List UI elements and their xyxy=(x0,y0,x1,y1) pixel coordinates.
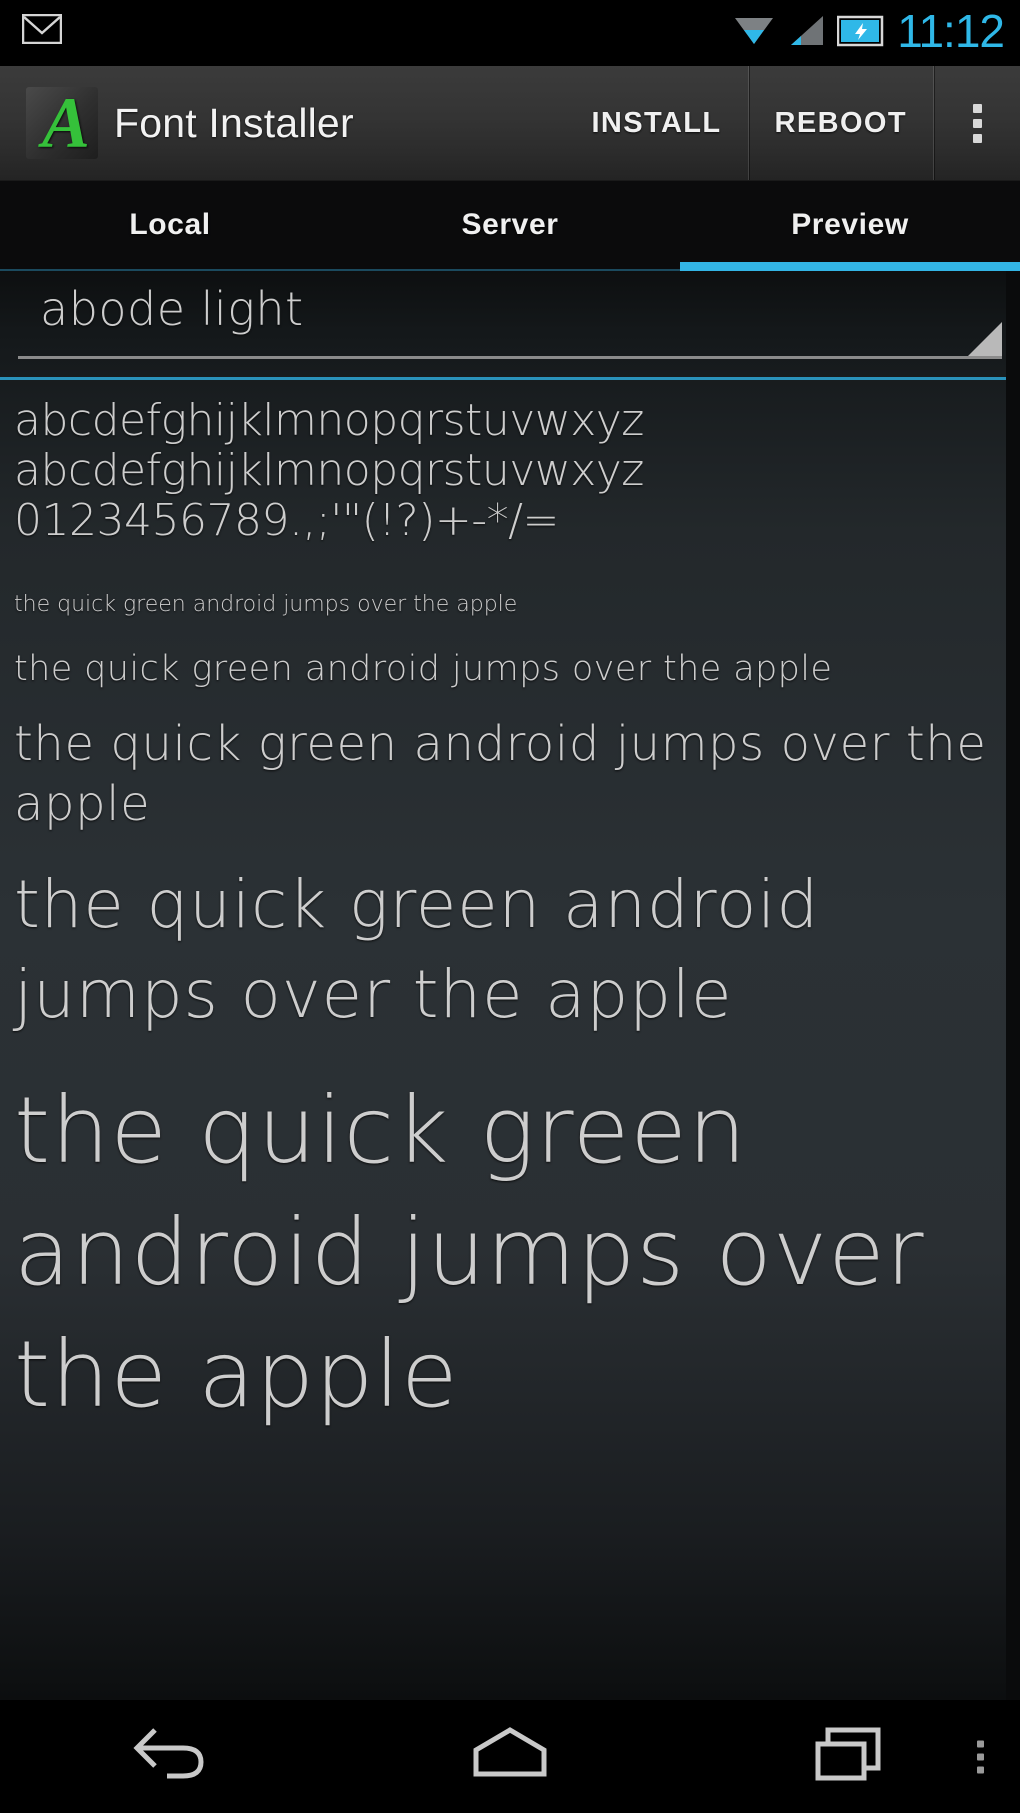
tab-server-label: Server xyxy=(461,208,559,241)
right-edge-strip xyxy=(1006,271,1020,1700)
overflow-dots-icon xyxy=(972,103,982,143)
tab-local-label: Local xyxy=(129,208,211,241)
tab-preview-label: Preview xyxy=(791,208,909,241)
pangram-block: the quick green android jumps over the a… xyxy=(0,546,1020,1436)
status-bar: 11:12 xyxy=(0,0,1020,66)
tab-bar: Local Server Preview xyxy=(0,181,1020,271)
pangram-size-5: the quick green android jumps over the a… xyxy=(14,1077,925,1428)
gmail-icon xyxy=(22,14,62,44)
pangram-size-2: the quick green android jumps over the a… xyxy=(14,649,833,689)
status-bar-system: 11:12 xyxy=(733,5,1005,57)
status-bar-clock: 11:12 xyxy=(897,5,1005,57)
status-bar-notifications xyxy=(22,14,62,44)
preview-pane: abode light abcdefghijklmnopqrstuvwxyz a… xyxy=(0,271,1020,1700)
nav-home-button[interactable] xyxy=(340,1700,680,1813)
battery-icon xyxy=(837,14,885,48)
app-title: Font Installer xyxy=(114,99,354,146)
chevron-down-icon[interactable] xyxy=(968,322,1002,356)
recents-icon xyxy=(800,1722,900,1791)
app-logo-letter: A xyxy=(41,83,90,163)
font-spinner[interactable]: abode light xyxy=(18,271,1002,367)
system-navigation-bar xyxy=(0,1700,1020,1813)
signal-icon xyxy=(787,14,825,48)
tab-server[interactable]: Server xyxy=(340,181,680,269)
action-bar: A Font Installer INSTALL REBOOT xyxy=(0,66,1020,181)
pangram-size-4: the quick green android jumps over the a… xyxy=(14,866,820,1033)
font-spinner-rule xyxy=(18,356,1002,359)
nav-back-button[interactable] xyxy=(0,1700,340,1813)
reboot-button[interactable]: REBOOT xyxy=(747,66,933,180)
pangram-size-1: the quick green android jumps over the a… xyxy=(14,592,518,617)
nav-menu-dots-icon[interactable] xyxy=(977,1740,984,1773)
wifi-icon xyxy=(733,14,775,48)
app-logo-icon: A xyxy=(26,87,98,159)
numbers-symbols-line: 0123456789.,;'"(!?)+-*/= xyxy=(14,495,559,546)
overflow-menu-button[interactable] xyxy=(933,66,1020,180)
tab-preview[interactable]: Preview xyxy=(680,181,1020,271)
pangram-size-3: the quick green android jumps over the a… xyxy=(14,716,987,832)
action-bar-buttons: INSTALL REBOOT xyxy=(565,66,1020,180)
character-set-block: abcdefghijklmnopqrstuvwxyz abcdefghijklm… xyxy=(0,380,1020,546)
alphabet-lowercase-line: abcdefghijklmnopqrstuvwxyz xyxy=(14,395,644,446)
nav-recents-button[interactable] xyxy=(680,1700,1020,1813)
alphabet-uppercase-line: abcdefghijklmnopqrstuvwxyz xyxy=(14,445,644,496)
font-spinner-value: abode light xyxy=(40,282,304,336)
tab-preview-indicator xyxy=(680,262,1020,271)
phone-screen: 11:12 A Font Installer INSTALL REBOOT Lo… xyxy=(0,0,1020,1813)
install-button[interactable]: INSTALL xyxy=(565,66,747,180)
back-icon xyxy=(125,1722,215,1791)
tab-local[interactable]: Local xyxy=(0,181,340,269)
home-icon xyxy=(460,1722,560,1791)
